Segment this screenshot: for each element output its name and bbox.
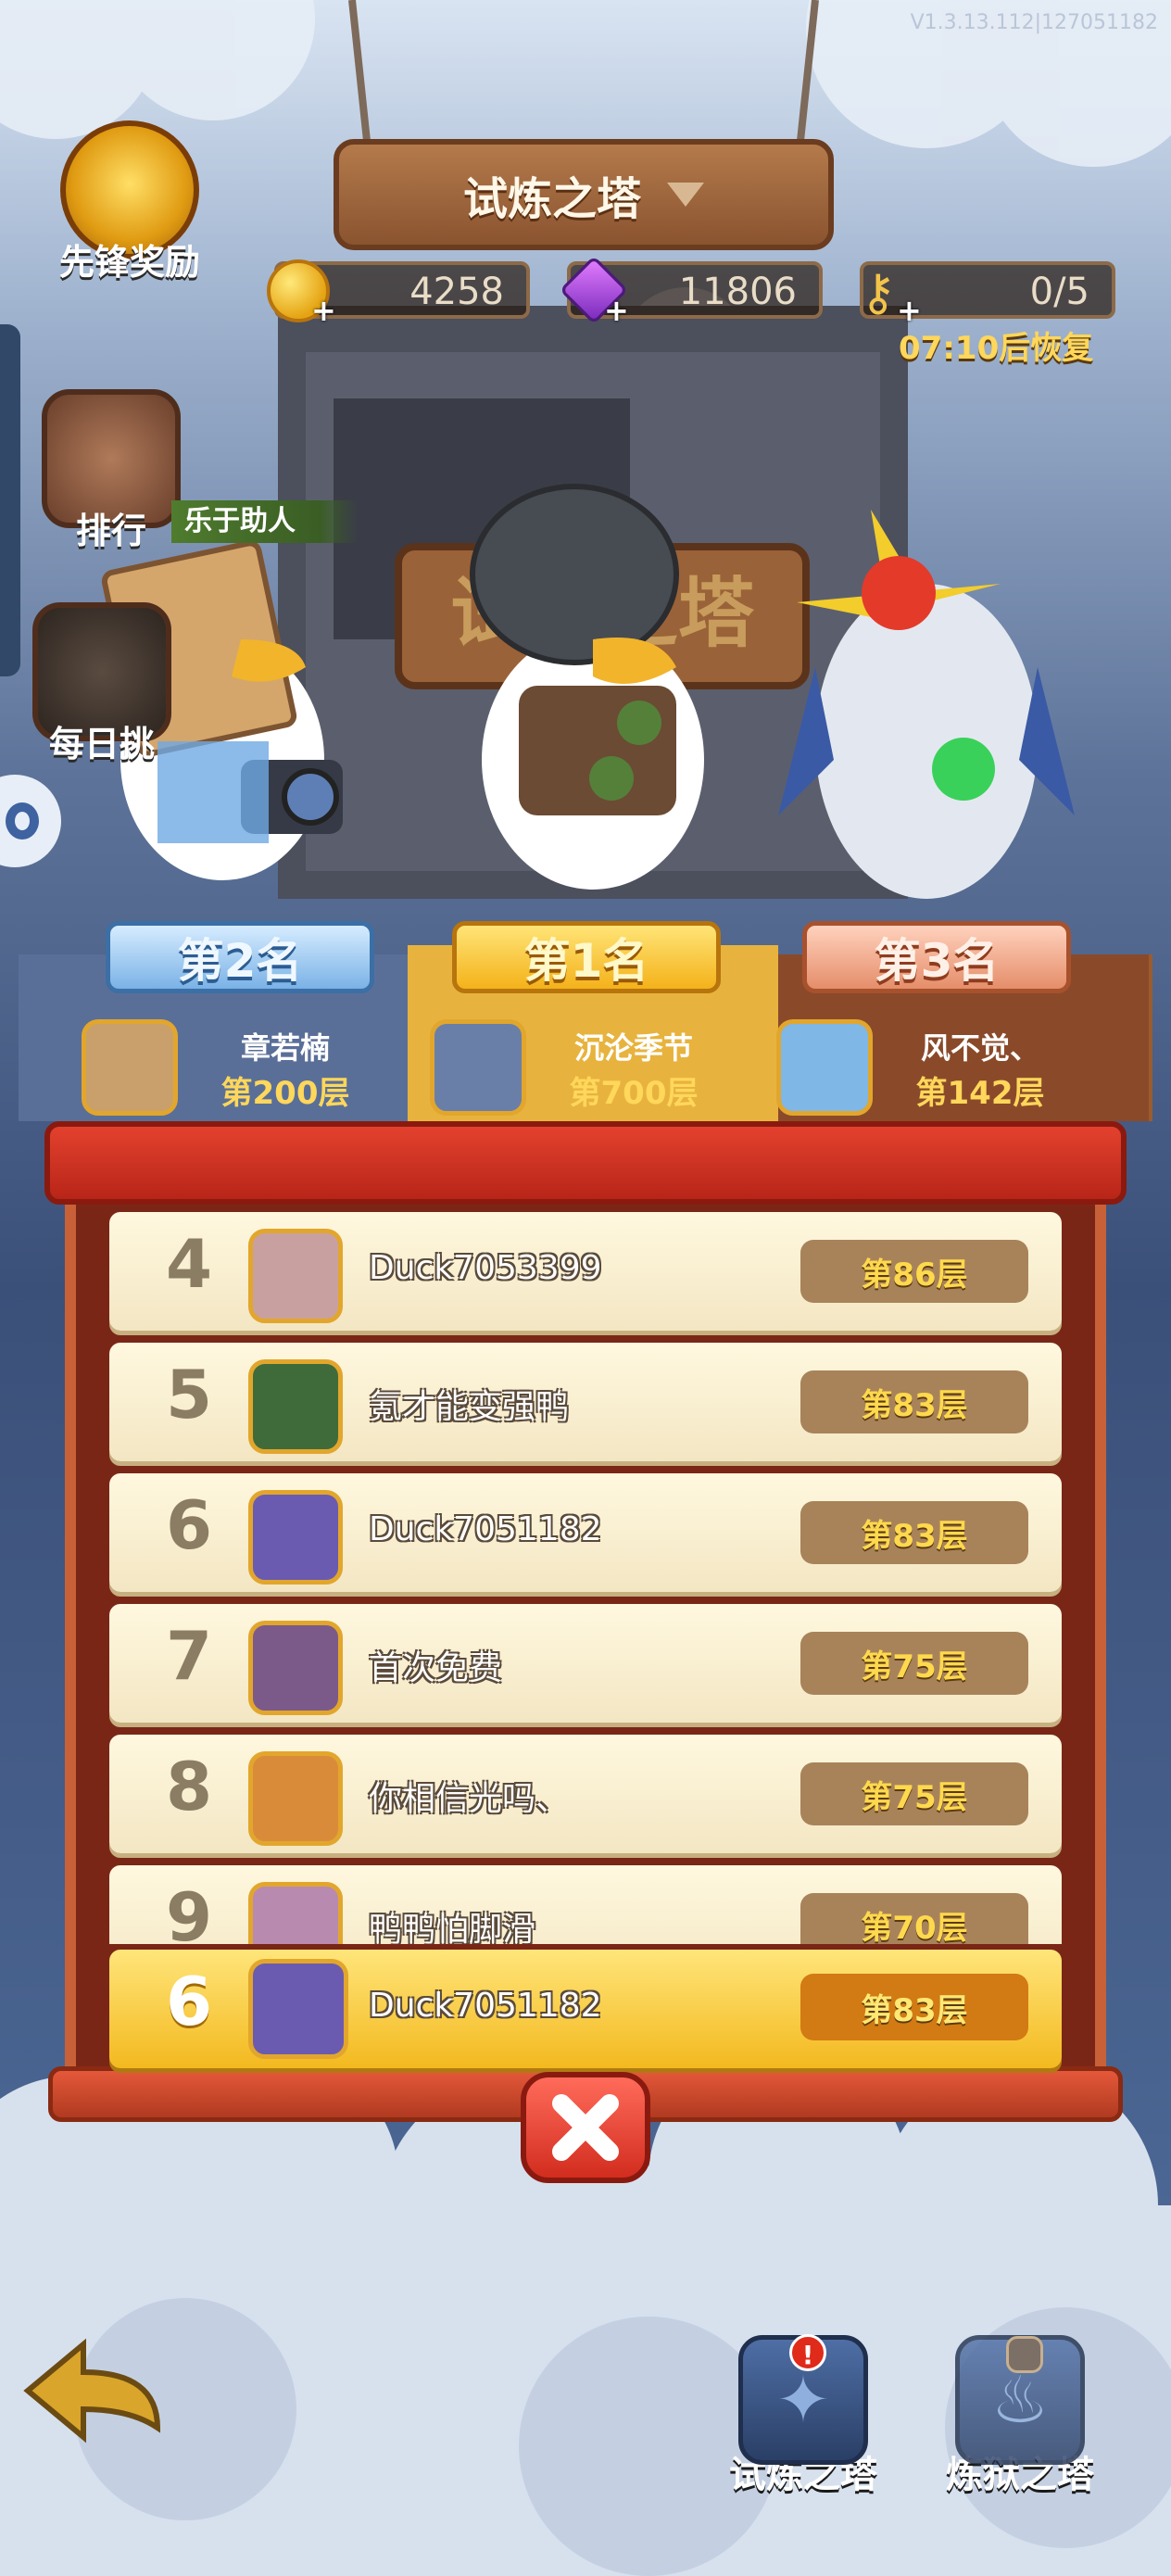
back-button[interactable] <box>19 2335 176 2446</box>
player-name: 首次免费 <box>369 1649 503 1687</box>
avatar[interactable] <box>248 1621 343 1715</box>
my-rank-number: 6 <box>165 1963 213 2040</box>
floor-badge: 第86层 <box>800 1240 1028 1303</box>
rank1-ribbon: 第1名 <box>452 921 721 993</box>
rank-number: 7 <box>165 1617 213 1695</box>
floor-badge: 第83层 <box>800 1501 1028 1564</box>
daily-challenge-label: 每日挑 <box>48 724 155 764</box>
avatar[interactable] <box>248 1359 343 1454</box>
rank1-avatar[interactable] <box>430 1019 526 1116</box>
gem-value: 11806 <box>678 271 797 313</box>
list-item[interactable]: 9 鸭鸭怕脚滑 第70层 <box>109 1865 1062 1944</box>
rank1-name: 沉沦季节 <box>573 1030 693 1066</box>
avatar[interactable] <box>248 1490 343 1585</box>
rank3-floor: 第142层 <box>915 1075 1045 1112</box>
rank-number: 8 <box>165 1748 213 1825</box>
floor-badge: 第70层 <box>800 1893 1028 1944</box>
float-menu-icon <box>6 802 39 840</box>
leaderboard-panel-header <box>44 1121 1127 1205</box>
key-value: 0/5 <box>1029 271 1089 313</box>
list-item[interactable]: 6 Duck7051182 第83层 <box>109 1473 1062 1592</box>
daily-challenge-button[interactable]: 每日挑 <box>9 602 195 766</box>
gold-value: 4258 <box>409 271 504 313</box>
avatar[interactable] <box>248 1751 343 1846</box>
gem-counter[interactable]: + 11806 <box>559 255 823 328</box>
key-icon: ⚷ <box>860 263 897 322</box>
lock-icon <box>1006 2336 1043 2373</box>
floor-badge: 第75层 <box>800 1762 1028 1825</box>
rank3-info: 风不觉、 第142层 <box>897 1025 1064 1113</box>
tab-trial-tower[interactable]: ✦ ! 试炼之塔 <box>706 2334 900 2498</box>
helper-title-text: 乐于助人 <box>184 505 296 537</box>
rank2-floor: 第200层 <box>220 1075 350 1112</box>
player-name: 氪才能变强鸭 <box>369 1388 570 1426</box>
player-name: Duck7053399 <box>369 1249 602 1287</box>
list-item[interactable]: 5 氪才能变强鸭 第83层 <box>109 1343 1062 1461</box>
purgatory-tower-icon: ♨ <box>955 2335 1085 2465</box>
tower-select-dropdown[interactable]: 试炼之塔 <box>334 139 834 250</box>
add-gold-icon[interactable]: + <box>311 293 336 328</box>
rank-number: 6 <box>165 1486 213 1564</box>
rank1-floor: 第700层 <box>569 1075 699 1112</box>
rank-number: 9 <box>165 1878 213 1944</box>
player-name: 鸭鸭怕脚滑 <box>369 1911 536 1944</box>
my-floor-badge: 第83层 <box>800 1974 1028 2040</box>
back-arrow-icon <box>23 2338 161 2443</box>
version-label: V1.3.13.112|127051182 <box>910 11 1158 34</box>
avatar[interactable] <box>248 1882 343 1944</box>
add-gem-icon[interactable]: + <box>604 293 629 328</box>
vanguard-reward-label: 先锋奖励 <box>58 242 200 283</box>
list-item[interactable]: 8 你相信光吗、 第75层 <box>109 1735 1062 1853</box>
close-icon <box>552 2094 619 2161</box>
my-avatar[interactable] <box>248 1959 348 2059</box>
helper-title-tag: 乐于助人 <box>171 500 357 543</box>
page-title: 试炼之塔 <box>462 173 641 225</box>
chevron-down-icon <box>667 183 704 207</box>
rank-number: 4 <box>165 1225 213 1303</box>
floor-badge: 第75层 <box>800 1632 1028 1695</box>
character-rank1 <box>470 484 704 890</box>
vanguard-reward-button[interactable]: 先锋奖励 <box>37 120 222 284</box>
rank3-avatar[interactable] <box>776 1019 873 1116</box>
rank3-name: 风不觉、 <box>920 1030 1039 1066</box>
tower-icon: ✦ ! <box>738 2334 868 2465</box>
key-counter[interactable]: ⚷ + 0/5 <box>860 261 1115 328</box>
notification-badge: ! <box>789 2334 826 2371</box>
gold-counter[interactable]: + 4258 <box>267 259 530 328</box>
rank2-avatar[interactable] <box>82 1019 178 1116</box>
avatar[interactable] <box>248 1229 343 1323</box>
player-name: Duck7051182 <box>369 1510 602 1548</box>
rank2-info: 章若楠 第200层 <box>202 1025 369 1113</box>
leaderboard-list[interactable]: 4 Duck7053399 第86层 5 氪才能变强鸭 第83层 6 Duck7… <box>109 1212 1062 1944</box>
rank1-info: 沉沦季节 第700层 <box>550 1025 717 1113</box>
list-item[interactable]: 4 Duck7053399 第86层 <box>109 1212 1062 1331</box>
my-rank-row[interactable]: 6 Duck7051182 第83层 <box>109 1950 1062 2068</box>
list-item[interactable]: 7 首次免费 第75层 <box>109 1604 1062 1723</box>
rank2-ribbon: 第2名 <box>106 921 374 993</box>
tab-purgatory-tower[interactable]: ♨ 炼狱之塔 <box>923 2335 1117 2498</box>
floor-badge: 第83层 <box>800 1370 1028 1433</box>
close-button[interactable] <box>521 2072 650 2183</box>
rank-number: 5 <box>165 1356 213 1433</box>
player-name: 你相信光吗、 <box>369 1780 570 1818</box>
rank2-name: 章若楠 <box>240 1030 330 1066</box>
key-recover-timer: 07:10后恢复 <box>899 330 1094 367</box>
my-name: Duck7051182 <box>369 1987 602 2025</box>
rank3-ribbon: 第3名 <box>802 921 1071 993</box>
